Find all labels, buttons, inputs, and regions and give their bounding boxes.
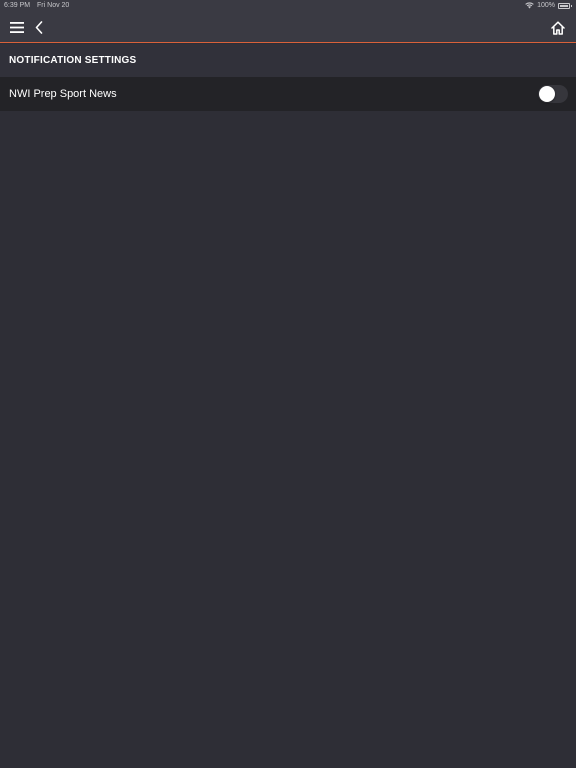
status-date: Fri Nov 20 — [37, 2, 70, 9]
content-area — [0, 111, 576, 768]
hamburger-menu-icon — [10, 22, 24, 33]
wifi-icon — [525, 2, 534, 9]
notification-toggle[interactable] — [538, 85, 568, 103]
status-bar: 6:39 PM Fri Nov 20 100% — [0, 0, 576, 12]
navigation-bar — [0, 12, 576, 43]
status-left: 6:39 PM Fri Nov 20 — [4, 2, 69, 9]
toggle-knob — [539, 86, 555, 102]
chevron-left-icon — [35, 21, 43, 34]
section-header: NOTIFICATION SETTINGS — [0, 44, 576, 77]
battery-percent: 100% — [537, 2, 555, 9]
section-title: NOTIFICATION SETTINGS — [9, 55, 137, 66]
status-right: 100% — [525, 2, 572, 9]
status-time: 6:39 PM — [4, 2, 31, 9]
home-button[interactable] — [543, 12, 573, 43]
setting-label: NWI Prep Sport News — [9, 88, 117, 100]
back-button[interactable] — [24, 12, 54, 43]
home-icon — [551, 20, 565, 35]
setting-row-nwi-prep-sport-news: NWI Prep Sport News — [0, 77, 576, 111]
battery-icon — [558, 2, 572, 9]
